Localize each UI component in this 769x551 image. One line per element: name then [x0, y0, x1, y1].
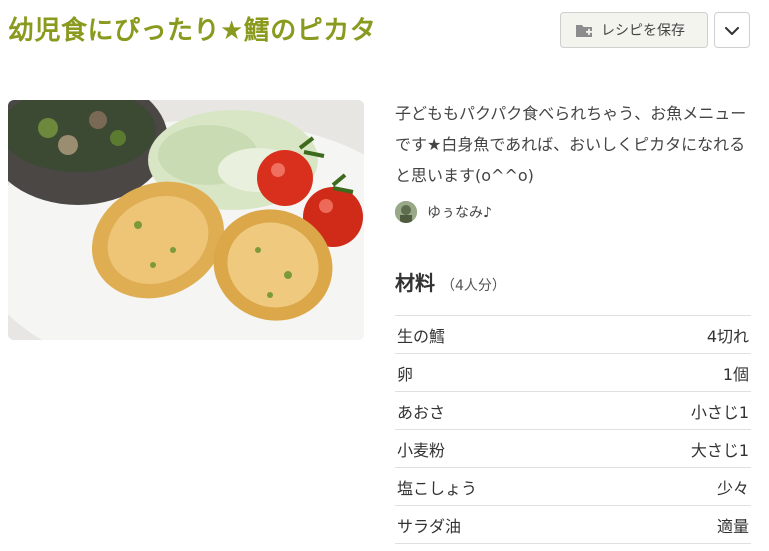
ingredient-list: 生の鱈 4切れ 卵 1個 あおさ 小さじ1 小麦粉 大さじ1 塩こしょう 少々 …	[395, 315, 751, 544]
ingredient-row: あおさ 小さじ1	[395, 392, 751, 430]
ingredient-name: 卵	[397, 364, 414, 384]
recipe-description: 子どももパクパク食べられちゃう、お魚メニューです★白身魚であれば、おいしくピカタ…	[395, 104, 747, 185]
ingredient-quantity: 少々	[716, 478, 749, 498]
ingredients-header: 材料 （4人分）	[395, 267, 506, 296]
ingredient-quantity: 4切れ	[706, 326, 749, 346]
ingredient-name: サラダ油	[397, 516, 462, 536]
recipe-title: 幼児食にぴったり★鱈のピカタ	[8, 16, 377, 46]
recipe-photo	[8, 100, 364, 340]
more-menu-button[interactable]	[714, 12, 750, 48]
ingredient-quantity: 1個	[722, 364, 749, 384]
ingredient-name: あおさ	[397, 402, 446, 422]
ingredients-title: 材料	[395, 271, 435, 295]
ingredients-servings: （4人分）	[441, 278, 506, 294]
ingredient-name: 小麦粉	[397, 440, 446, 460]
ingredient-name: 塩こしょう	[397, 478, 478, 498]
ingredient-quantity: 適量	[716, 516, 749, 536]
folder-add-icon	[575, 22, 593, 38]
ingredient-row: 卵 1個	[395, 354, 751, 392]
save-recipe-label: レシピを保存	[601, 23, 685, 39]
author-name[interactable]: ゆぅなみ♪	[427, 202, 492, 222]
author[interactable]: ゆぅなみ♪	[395, 201, 492, 223]
chevron-down-icon	[725, 21, 739, 40]
ingredient-row: 小麦粉 大さじ1	[395, 430, 751, 468]
save-recipe-button[interactable]: レシピを保存	[560, 12, 708, 48]
avatar	[395, 201, 417, 223]
ingredient-quantity: 小さじ1	[690, 402, 749, 422]
ingredient-row: サラダ油 適量	[395, 506, 751, 544]
ingredient-row: 塩こしょう 少々	[395, 468, 751, 506]
ingredient-row: 生の鱈 4切れ	[395, 316, 751, 354]
ingredient-quantity: 大さじ1	[690, 440, 749, 460]
ingredient-name: 生の鱈	[397, 326, 446, 346]
